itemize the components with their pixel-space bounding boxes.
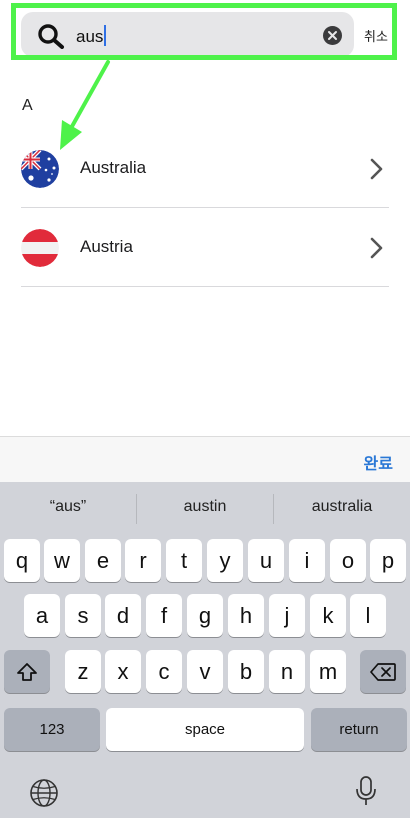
backspace-icon [370,662,396,681]
key-d[interactable]: d [105,594,141,637]
backspace-key[interactable] [360,650,406,693]
key-y[interactable]: y [207,539,243,582]
shift-key[interactable] [4,650,50,693]
return-key[interactable]: return [311,708,407,751]
divider [21,286,389,287]
key-p[interactable]: p [370,539,406,582]
country-name: Australia [80,158,147,177]
key-o[interactable]: o [330,539,366,582]
divider [21,207,389,208]
key-r[interactable]: r [125,539,161,582]
chevron-right-icon [370,158,383,180]
list-item-australia[interactable]: Australia [0,130,410,208]
keyboard: “aus” austin australia q w e r t y u i o… [0,482,410,818]
key-t[interactable]: t [166,539,202,582]
key-i[interactable]: i [289,539,325,582]
highlight-box [11,3,397,60]
key-l[interactable]: l [350,594,386,637]
flag-austria-icon [21,229,59,267]
key-c[interactable]: c [146,650,182,693]
suggestion-item[interactable]: australia [274,498,410,516]
key-f[interactable]: f [146,594,182,637]
country-name: Austria [80,237,133,256]
key-x[interactable]: x [105,650,141,693]
key-j[interactable]: j [269,594,305,637]
key-h[interactable]: h [228,594,264,637]
flag-australia-icon [21,150,59,188]
globe-icon[interactable] [29,778,59,808]
chevron-right-icon [370,237,383,259]
key-a[interactable]: a [24,594,60,637]
key-v[interactable]: v [187,650,223,693]
list-item-austria[interactable]: Austria [0,209,410,287]
suggestion-item[interactable]: austin [137,498,273,516]
space-key[interactable]: space [106,708,304,751]
key-m[interactable]: m [310,650,346,693]
key-q[interactable]: q [4,539,40,582]
suggestion-bar: “aus” austin australia [0,482,410,536]
key-s[interactable]: s [65,594,101,637]
numbers-key[interactable]: 123 [4,708,100,751]
key-w[interactable]: w [44,539,80,582]
key-b[interactable]: b [228,650,264,693]
key-g[interactable]: g [187,594,223,637]
done-button[interactable]: 완료 [364,450,393,474]
key-k[interactable]: k [310,594,346,637]
key-e[interactable]: e [85,539,121,582]
keyboard-toolbar: 완료 [0,436,410,482]
key-n[interactable]: n [269,650,305,693]
key-u[interactable]: u [248,539,284,582]
country-search-screen: aus 취소 A Australia Austria 완료 “aus” aust… [0,0,410,818]
suggestion-item[interactable]: “aus” [0,498,136,516]
shift-icon [17,662,37,681]
microphone-icon[interactable] [355,775,377,807]
section-header: A [22,97,33,114]
key-z[interactable]: z [65,650,101,693]
